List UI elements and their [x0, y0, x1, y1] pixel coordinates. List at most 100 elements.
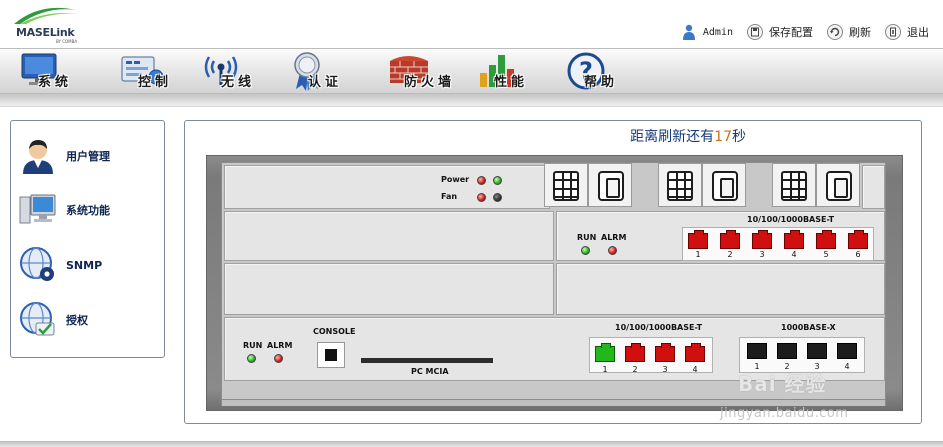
refresh-button[interactable]: 刷新: [849, 24, 871, 40]
fan-module: [544, 163, 588, 207]
port-number: 3: [759, 250, 765, 259]
port-number: 1: [602, 365, 608, 374]
nav-shadow: [0, 94, 943, 106]
fan-grille-icon: [553, 171, 579, 201]
psu-module: [702, 163, 746, 207]
logo-swoosh-icon: [14, 7, 76, 24]
ethernet-port[interactable]: [752, 230, 772, 249]
fiber-ports-title: 1000BASE-X: [781, 323, 836, 332]
user-icon: [19, 137, 57, 175]
power-socket-icon: [712, 171, 738, 201]
refresh-count: 17: [714, 129, 732, 145]
admin-user-icon: [681, 24, 697, 40]
empty-slot: [556, 263, 885, 315]
copper-port[interactable]: [655, 343, 675, 362]
save-config-button[interactable]: 保存配置: [769, 24, 813, 40]
sidebar-item-license[interactable]: 授权: [19, 301, 88, 339]
empty-slot: [224, 263, 554, 315]
upper-ethernet-card: RUN ALRM 10/100/1000BASE-T 1 2 3 4 5 6: [556, 211, 885, 261]
port-number: 2: [727, 250, 733, 259]
run-label: RUN: [577, 233, 597, 242]
sidebar-item-system-functions[interactable]: 系统功能: [19, 191, 110, 229]
nav-firewall[interactable]: 防火墙: [386, 51, 476, 93]
logout-icon[interactable]: [885, 24, 901, 40]
copper-ports-title: 10/100/1000BASE-T: [615, 323, 703, 332]
ethernet-port[interactable]: [688, 230, 708, 249]
watermark-brand: Bai 经验: [738, 372, 827, 396]
ethernet-port[interactable]: [784, 230, 804, 249]
fan-grille-icon: [667, 171, 693, 201]
sidebar-item-snmp[interactable]: SNMP: [19, 246, 102, 284]
app-root: MASELink BY COMBA Admin 保存配置 刷新 退出 系统 控制…: [0, 0, 943, 447]
run-led: [247, 354, 256, 363]
copper-port[interactable]: [595, 343, 615, 362]
chassis-end-cap: [862, 165, 885, 209]
logout-button[interactable]: 退出: [907, 24, 929, 40]
fan-module: [658, 163, 702, 207]
refresh-icon[interactable]: [827, 24, 843, 40]
psu-module: [588, 163, 632, 207]
empty-slot: [224, 211, 554, 261]
main-nav-bar: 系统 控制 无线 认证 防火墙 性能 ? 帮助: [0, 48, 943, 94]
copper-port[interactable]: [625, 343, 645, 362]
fiber-port[interactable]: [807, 343, 827, 359]
globe-check-icon: [19, 301, 57, 339]
nav-control[interactable]: 控制: [120, 51, 200, 93]
refresh-suffix: 秒: [732, 129, 746, 145]
pcmcia-slot: [361, 358, 493, 363]
computer-icon: [19, 191, 57, 229]
maselink-logo: MASELink BY COMBA: [10, 4, 80, 44]
port-number: 4: [791, 250, 797, 259]
power-label: Power: [441, 175, 470, 184]
console-port-icon[interactable]: [317, 342, 345, 368]
port-number: 2: [632, 365, 638, 374]
fiber-port[interactable]: [777, 343, 797, 359]
power-socket-icon: [826, 171, 852, 201]
logo-subtext: BY COMBA: [56, 39, 78, 44]
fiber-port[interactable]: [747, 343, 767, 359]
nav-firewall-label: 防火墙: [404, 75, 456, 90]
watermark-url: jingyan.baidu.com: [720, 406, 849, 421]
nav-auth-label: 认证: [308, 75, 343, 90]
fan-grille-icon: [781, 171, 807, 201]
nav-wireless[interactable]: 无线: [203, 51, 275, 93]
nav-help-label: 帮助: [584, 75, 619, 90]
save-icon[interactable]: [747, 24, 763, 40]
nav-control-label: 控制: [138, 75, 173, 90]
alarm-label: ALRM: [267, 341, 293, 350]
nav-system-label: 系统: [38, 75, 73, 90]
bottom-divider: [0, 441, 943, 447]
fan-led-red: [477, 193, 486, 202]
port-number: 1: [695, 250, 701, 259]
copper-port[interactable]: [685, 343, 705, 362]
ethernet-port[interactable]: [848, 230, 868, 249]
fiber-port[interactable]: [837, 343, 857, 359]
sidebar-item-label: 系统功能: [66, 204, 110, 217]
sidebar: 用户管理 系统功能 SNMP 授权: [10, 120, 165, 358]
nav-performance[interactable]: 性能: [476, 51, 556, 93]
port-strip: [682, 227, 874, 261]
ethernet-port[interactable]: [816, 230, 836, 249]
ethernet-port[interactable]: [720, 230, 740, 249]
sidebar-item-user-management[interactable]: 用户管理: [19, 137, 110, 175]
fan-led-off: [493, 193, 502, 202]
port-number: 5: [823, 250, 829, 259]
power-led-green: [493, 176, 502, 185]
fan-label: Fan: [441, 192, 458, 201]
psu-module: [816, 163, 860, 207]
refresh-prefix: 距离刷新还有: [630, 129, 715, 145]
run-led: [581, 246, 590, 255]
power-fan-panel: Power Fan: [224, 165, 550, 209]
pcmcia-label: PC MCIA: [411, 367, 449, 376]
console-label: CONSOLE: [313, 327, 356, 336]
nav-performance-label: 性能: [494, 75, 529, 90]
run-label: RUN: [243, 341, 263, 350]
baidu-watermark: Bai 经验 jingyan.baidu.com: [710, 368, 900, 428]
sidebar-item-label: SNMP: [66, 258, 103, 272]
alarm-label: ALRM: [601, 233, 627, 242]
nav-system[interactable]: 系统: [20, 51, 100, 93]
port-number: 3: [662, 365, 668, 374]
port-number: 4: [692, 365, 698, 374]
nav-auth[interactable]: 认证: [290, 51, 366, 93]
nav-help[interactable]: ? 帮助: [566, 51, 646, 93]
